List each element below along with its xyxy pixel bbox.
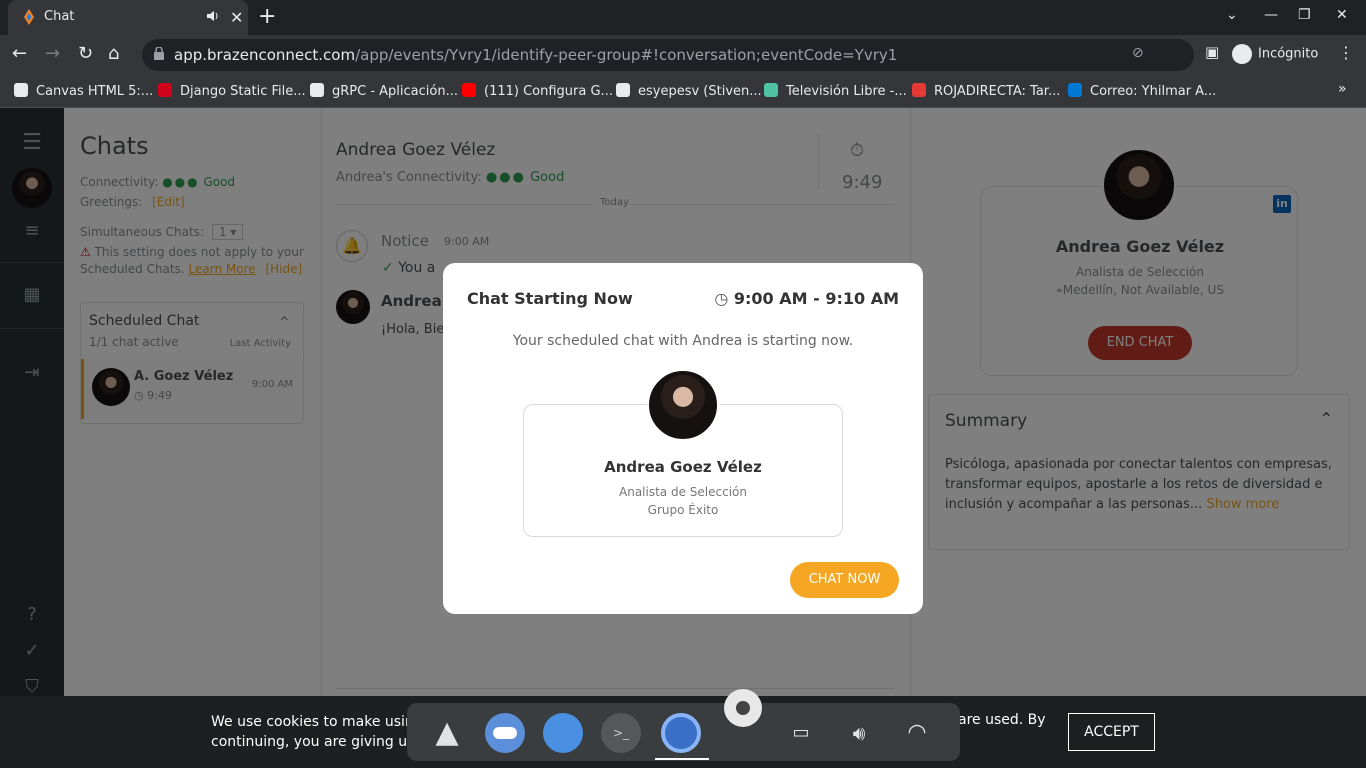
modal-card-name: Andrea Goez Vélez [604,458,762,476]
bookmark-label: Django Static File... [180,84,306,99]
bookmark-label: (111) Configura G... [484,84,613,99]
record-button-icon[interactable] [724,689,762,727]
modal-card-role: Analista de Selección [619,485,747,499]
modal-subtitle: Your scheduled chat with Andrea is start… [512,333,854,349]
new-tab-icon[interactable]: + [258,4,276,29]
bookmark-label: ROJADIRECTA: Tar... [934,84,1061,99]
lock-icon [154,47,164,60]
bookmark-item[interactable]: ROJADIRECTA: Tar... [912,83,1060,99]
bookmark-label: Televisión Libre -... [786,84,907,99]
brazen-favicon-icon [24,9,34,25]
grpc-icon [310,83,324,97]
modal-time-range: 9:00 AM - 9:10 AM [733,289,899,308]
chat-starting-modal: Chat Starting Now ◷ 9:00 AM - 9:10 AM Yo… [443,263,923,614]
bookmark-item[interactable]: (111) Configura G... [462,83,613,99]
side-panel-icon[interactable]: ▣ [1205,43,1219,61]
close-window-icon[interactable]: ✕ [1336,7,1348,23]
bookmark-label: Canvas HTML 5:... [36,84,154,99]
chat-now-button[interactable]: CHAT NOW [790,562,899,598]
restore-icon[interactable]: ❐ [1298,7,1311,23]
browser-tab[interactable]: Chat ✕ [8,0,248,35]
bookmark-item[interactable]: Django Static File... [158,83,306,99]
bookmark-item[interactable]: Canvas HTML 5:... [14,83,153,99]
github-icon [616,83,630,97]
cookie-line-2: continuing, you are giving us [211,734,415,750]
menu-icon[interactable]: ⋮ [1338,43,1354,62]
modal-title: Chat Starting Now [467,289,633,308]
terminal-icon[interactable]: >_ [601,713,641,753]
home-icon[interactable]: ⌂ [108,43,119,64]
bookmark-label: Correo: Yhilmar A... [1090,84,1217,99]
modal-avatar [647,369,719,441]
arch-launcher-icon[interactable]: ▲ [427,713,467,753]
rtv-icon [912,83,926,97]
bookmark-item[interactable]: Televisión Libre -... [764,83,907,99]
back-icon[interactable]: ← [12,43,27,64]
browser-tabstrip: Chat ✕ + ⌄ — ❐ ✕ [0,0,1366,35]
tab-title: Chat [44,9,75,24]
bookmark-label: gRPC - Aplicación... [332,84,458,99]
canvas-icon [14,83,28,97]
tab-search-icon[interactable]: ⌄ [1226,7,1238,23]
cookie-text-right: are used. By [958,712,1046,728]
incognito-badge[interactable]: Incógnito [1232,44,1318,64]
tv-icon [764,83,778,97]
cookie-text-left: We use cookies to make using continuing, … [211,712,423,752]
incognito-icon [1232,44,1252,64]
volume-icon[interactable]: 🔊︎ [839,713,879,753]
address-bar[interactable]: app.brazenconnect.com/app/events/Yvry1/i… [142,39,1194,71]
cookie-line-1: We use cookies to make using [211,714,423,730]
bookmarks-bar: Canvas HTML 5:... Django Static File... gR… [0,75,1366,108]
bookmark-item[interactable]: gRPC - Aplicación... [310,83,458,99]
battery-icon[interactable]: ▭ [781,713,821,753]
toggle-settings-icon[interactable] [485,713,525,753]
accept-cookies-button[interactable]: ACCEPT [1068,713,1155,751]
reload-icon[interactable]: ↻ [78,43,93,64]
youtube-icon [462,83,476,97]
speaker-icon[interactable] [206,9,220,23]
modal-time-row: ◷ 9:00 AM - 9:10 AM [714,289,899,308]
eye-off-icon[interactable]: ⊘ [1132,45,1144,61]
bookmark-label: esyepesv (Stiven... [638,84,762,99]
more-bookmarks-icon[interactable]: » [1338,81,1347,97]
bookmark-item[interactable]: Correo: Yhilmar A... [1068,83,1216,99]
modal-card-company: Grupo Éxito [647,503,719,517]
active-app-indicator [655,700,709,760]
outlook-icon [1068,83,1082,97]
wifi-icon[interactable]: ◠ [897,713,937,753]
bookmark-item[interactable]: esyepesv (Stiven... [616,83,762,99]
files-folder-icon[interactable] [543,713,583,753]
forward-icon[interactable]: → [45,43,60,64]
close-tab-icon[interactable]: ✕ [230,8,243,27]
clock-icon: ◷ [714,289,729,308]
window-controls: ⌄ — ❐ ✕ [1226,0,1366,35]
django-icon [158,83,172,97]
minimize-icon[interactable]: — [1264,7,1278,23]
incognito-label: Incógnito [1258,46,1319,62]
os-dock: ▲ >_ ▭ 🔊︎ ◠ [407,689,960,761]
url-text: app.brazenconnect.com/app/events/Yvry1/i… [174,46,898,64]
